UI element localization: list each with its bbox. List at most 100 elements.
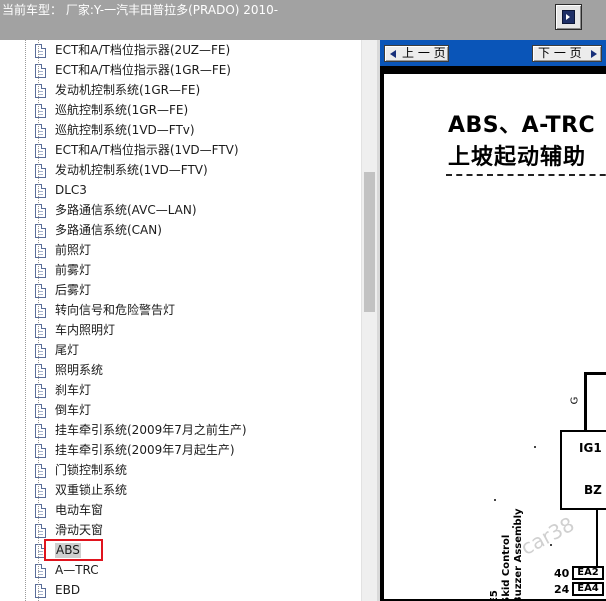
tree-list: ECT和A/T档位指示器(2UZ—FE) ECT和A/T档位指示器(1GR—FE)…: [0, 41, 361, 601]
tree-item[interactable]: DLC3: [0, 181, 361, 201]
pin-label-ig1: IG1: [579, 441, 602, 455]
scan-speck: [550, 544, 552, 546]
tree-item-label: DLC3: [55, 183, 87, 197]
arrow-right-icon: [591, 50, 597, 58]
tree-item[interactable]: 巡航控制系统(1VD—FTv): [0, 121, 361, 141]
tree-item[interactable]: 后雾灯: [0, 281, 361, 301]
tree-item-label: 挂车牵引系统(2009年7月起生产): [55, 443, 235, 457]
tree-guide-line: [25, 40, 26, 601]
scan-speck: [534, 446, 536, 448]
tree-item-label: 发动机控制系统(1VD—FTV): [55, 163, 208, 177]
document-icon: [35, 344, 46, 358]
document-icon: [35, 484, 46, 498]
document-icon: [35, 284, 46, 298]
part-name-line-1: Skid Control: [501, 534, 512, 599]
tree-item[interactable]: 前照灯: [0, 241, 361, 261]
tree-item[interactable]: 转向信号和危险警告灯: [0, 301, 361, 321]
tree-item-label: 前雾灯: [55, 263, 92, 277]
document-icon: [35, 424, 46, 438]
tree-item-label: 滑动天窗: [55, 523, 104, 537]
document-icon: [35, 124, 46, 138]
document-page: ABS、A-TRC 上坡起动辅助 G IG1 BZ E5 Skid Contro…: [384, 74, 606, 599]
tree-item-label: 多路通信系统(AVC—LAN): [55, 203, 197, 217]
connector-id: E5: [489, 590, 500, 599]
tree-item[interactable]: 车内照明灯: [0, 321, 361, 341]
document-viewer: 上 一 页 下 一 页 ABS、A-TRC 上坡起动辅助 G IG1 BZ E5…: [380, 40, 606, 601]
tree-item-label: 倒车灯: [55, 403, 92, 417]
tree-item[interactable]: ECT和A/T档位指示器(1VD—FTV): [0, 141, 361, 161]
tree-item-label: 前照灯: [55, 243, 92, 257]
document-icon: [35, 364, 46, 378]
doc-title-line-2: 上坡起动辅助: [448, 145, 587, 170]
tree-item[interactable]: 发动机控制系统(1VD—FTV): [0, 161, 361, 181]
document-icon: [35, 404, 46, 418]
tree-item[interactable]: ECT和A/T档位指示器(2UZ—FE): [0, 41, 361, 61]
document-icon: [35, 104, 46, 118]
pin-label-g: G: [569, 396, 581, 405]
tree-item-label: 车内照明灯: [55, 323, 116, 337]
wire: [584, 372, 587, 430]
tree-item[interactable]: 滑动天窗: [0, 521, 361, 541]
document-icon: [35, 464, 46, 478]
pin-label-bz: BZ: [584, 483, 602, 497]
tree-item-label: EBD: [55, 583, 81, 597]
tree-item[interactable]: 刹车灯: [0, 381, 361, 401]
scan-speck: [494, 499, 496, 501]
tree-item-label: 转向信号和危险警告灯: [55, 303, 176, 317]
tree-item[interactable]: 前雾灯: [0, 261, 361, 281]
tree-item-label: 多路通信系统(CAN): [55, 223, 162, 237]
tree-item-label: 发动机控制系统(1GR—FE): [55, 83, 201, 97]
scrollbar-thumb[interactable]: [364, 172, 375, 312]
document-icon: [35, 384, 46, 398]
annotation-highlight-box: [44, 539, 103, 561]
tree-item[interactable]: 倒车灯: [0, 401, 361, 421]
arrow-left-icon: [390, 50, 396, 58]
connector-box: EA2: [572, 566, 604, 580]
document-icon: [35, 144, 46, 158]
viewer-nav-bar: 上 一 页 下 一 页: [380, 40, 606, 66]
tree-item[interactable]: 门锁控制系统: [0, 461, 361, 481]
document-icon: [35, 84, 46, 98]
tree-scrollbar[interactable]: [361, 40, 377, 601]
prev-page-button[interactable]: 上 一 页: [384, 45, 449, 62]
doc-title-line-1: ABS、A-TRC: [448, 113, 596, 138]
part-name-line-2: Buzzer Assembly: [513, 508, 524, 599]
tree-item[interactable]: 巡航控制系统(1GR—FE): [0, 101, 361, 121]
document-icon: [35, 264, 46, 278]
tree-item[interactable]: 照明系统: [0, 361, 361, 381]
component-label: E5 Skid Control Buzzer Assembly: [489, 444, 539, 599]
wire: [584, 372, 606, 375]
tree-item[interactable]: 发动机控制系统(1GR—FE): [0, 81, 361, 101]
next-page-button[interactable]: 下 一 页: [532, 45, 602, 62]
tree-item-label: 尾灯: [55, 343, 80, 357]
document-icon: [35, 204, 46, 218]
tree-item-label: 后雾灯: [55, 283, 92, 297]
document-icon: [35, 524, 46, 538]
tree-item[interactable]: EBD: [0, 581, 361, 601]
current-model-title: 当前车型： 厂家:Y-一汽丰田普拉多(PRADO) 2010-: [2, 3, 279, 17]
tree-item[interactable]: ECT和A/T档位指示器(1GR—FE): [0, 61, 361, 81]
tree-item-label: 双重锁止系统: [55, 483, 128, 497]
tree-item[interactable]: 尾灯: [0, 341, 361, 361]
title-underline: [446, 174, 606, 176]
tree-item[interactable]: 多路通信系统(AVC—LAN): [0, 201, 361, 221]
tree-item[interactable]: 双重锁止系统: [0, 481, 361, 501]
tree-item[interactable]: 多路通信系统(CAN): [0, 221, 361, 241]
scan-speck: [512, 526, 514, 528]
tree-item[interactable]: 挂车牵引系统(2009年7月之前生产): [0, 421, 361, 441]
next-page-label: 下 一 页: [538, 46, 582, 60]
tree-item[interactable]: A—TRC: [0, 561, 361, 581]
document-icon: [35, 244, 46, 258]
tree-item-label: 照明系统: [55, 363, 104, 377]
tree-item[interactable]: 电动车窗: [0, 501, 361, 521]
tree-item[interactable]: 挂车牵引系统(2009年7月起生产): [0, 441, 361, 461]
pin-number: 40: [554, 567, 570, 580]
tree-guide-line: [38, 40, 39, 601]
document-icon: [35, 64, 46, 78]
tree-item-label: 挂车牵引系统(2009年7月之前生产): [55, 423, 247, 437]
prev-page-label: 上 一 页: [402, 46, 446, 60]
tree-item-label: 电动车窗: [55, 503, 104, 517]
document-icon: [35, 504, 46, 518]
toggle-view-button[interactable]: [555, 4, 582, 30]
document-icon: [35, 564, 46, 578]
